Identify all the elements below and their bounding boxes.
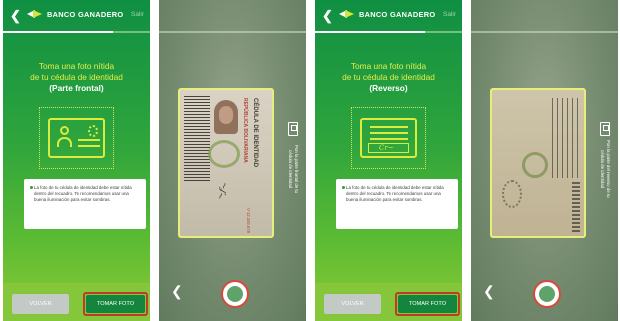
tip-text: La foto de tu cédula de identidad debe e… <box>346 185 444 202</box>
id-illustration-frame <box>39 107 114 169</box>
logo-mark-icon <box>339 10 355 19</box>
tip-box: La foto de tu cédula de identidad debe e… <box>24 179 146 229</box>
id-card-icon <box>600 122 610 136</box>
camera-screen-front: REPÚBLICA BOLIVARIANA CÉDULA DE IDENTIDA… <box>159 0 306 321</box>
bottom-bar: VOLVER TOMAR FOTO <box>315 283 462 321</box>
id-card-icon <box>288 122 298 136</box>
chevron-left-icon[interactable]: ❮ <box>483 284 495 298</box>
id-card-front-photo: REPÚBLICA BOLIVARIANA CÉDULA DE IDENTIDA… <box>178 88 274 238</box>
header: ❮ BANCO GANADERO Salir <box>3 0 150 34</box>
progress-bar <box>315 31 462 33</box>
chevron-left-icon[interactable]: ❮ <box>10 9 21 22</box>
photo-shade <box>492 90 584 236</box>
orientation-hint: Pon la parte frontal de tu cédula de ide… <box>287 122 299 199</box>
bottom-bar: VOLVER TOMAR FOTO <box>3 283 150 321</box>
take-photo-button[interactable]: TOMAR FOTO <box>398 295 457 313</box>
instruction-screen-back: ❮ BANCO GANADERO Salir Toma una foto nít… <box>315 0 462 321</box>
card-line <box>370 132 408 134</box>
progress-bar <box>3 31 150 33</box>
id-illustration-frame: Cr~ <box>351 107 426 169</box>
orientation-hint: Pon la parte del reverso de tu cédula de… <box>599 122 611 199</box>
instruction-screen-front: ❮ BANCO GANADERO Salir Toma una foto nít… <box>3 0 150 321</box>
shutter-inner <box>227 286 243 302</box>
bank-logo: BANCO GANADERO <box>27 10 123 19</box>
exit-link[interactable]: Salir <box>131 11 144 18</box>
bank-logo: BANCO GANADERO <box>339 10 435 19</box>
take-photo-button-highlight[interactable]: TOMAR FOTO <box>83 292 148 316</box>
card-line <box>78 145 100 147</box>
shutter-inner <box>539 286 555 302</box>
instruction-heading: Toma una foto nítida de tu cédula de ide… <box>30 61 123 82</box>
orientation-hint-text: Pon la parte frontal de tu cédula de ide… <box>288 144 299 194</box>
instruction-subtitle: (Reverso) <box>369 83 408 93</box>
tip-text: La foto de tu cédula de identidad debe e… <box>34 185 132 202</box>
take-photo-button-highlight[interactable]: TOMAR FOTO <box>395 292 460 316</box>
header: ❮ BANCO GANADERO Salir <box>315 0 462 34</box>
card-line <box>370 138 408 140</box>
progress-fill <box>3 31 114 33</box>
brand-name: BANCO GANADERO <box>359 10 436 19</box>
id-card-front-icon <box>48 118 105 158</box>
back-button[interactable]: VOLVER <box>12 294 69 314</box>
instruction-heading: Toma una foto nítida de tu cédula de ide… <box>342 61 435 82</box>
bullet-icon <box>342 186 345 189</box>
take-photo-button[interactable]: TOMAR FOTO <box>86 295 145 313</box>
shutter-button[interactable] <box>533 280 561 308</box>
logo-mark-icon <box>27 10 43 19</box>
shutter-button[interactable] <box>221 280 249 308</box>
tip-box: La foto de tu cédula de identidad debe e… <box>336 179 458 229</box>
photo-shade <box>180 90 272 236</box>
chevron-left-icon[interactable]: ❮ <box>322 9 333 22</box>
instruction-title: Toma una foto nítida de tu cédula de ide… <box>3 61 150 94</box>
instruction-subtitle: (Parte frontal) <box>49 83 104 93</box>
back-button[interactable]: VOLVER <box>324 294 381 314</box>
bullet-icon <box>30 186 33 189</box>
person-body-icon <box>57 137 72 147</box>
id-card-back-icon: Cr~ <box>360 118 417 158</box>
orientation-hint-text: Pon la parte del reverso de tu cédula de… <box>600 140 611 198</box>
fingerprint-icon <box>88 125 98 137</box>
camera-screen-back: Pon la parte del reverso de tu cédula de… <box>471 0 618 321</box>
chevron-left-icon[interactable]: ❮ <box>171 284 183 298</box>
camera-top-line <box>159 31 306 33</box>
progress-fill <box>315 31 426 33</box>
card-line <box>370 126 408 128</box>
signature-box: Cr~ <box>368 143 409 153</box>
card-line <box>78 139 100 141</box>
person-head-icon <box>60 126 69 135</box>
brand-name: BANCO GANADERO <box>47 10 124 19</box>
signature-icon: Cr~ <box>379 144 394 152</box>
instruction-title: Toma una foto nítida de tu cédula de ide… <box>315 61 462 94</box>
exit-link[interactable]: Salir <box>443 11 456 18</box>
camera-top-line <box>471 31 618 33</box>
id-card-back-photo <box>490 88 586 238</box>
